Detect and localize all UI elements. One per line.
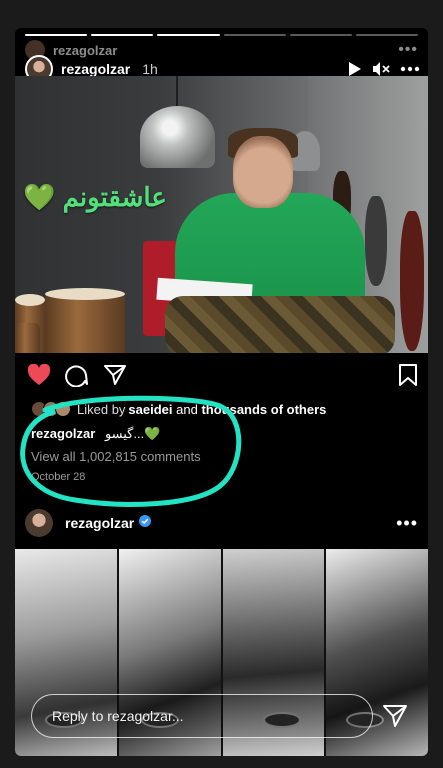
send-icon[interactable] — [382, 704, 408, 733]
story-progress-segment — [25, 34, 88, 36]
reply-placeholder: Reply to rezagolzar... — [52, 708, 184, 724]
story-progress-segment — [289, 34, 352, 36]
caption-username[interactable]: rezagolzar — [31, 426, 95, 441]
liked-by-mid: and — [172, 401, 202, 417]
second-post-header: rezagolzar ••• — [25, 507, 418, 539]
photo-overlay-text: عاشقتونم 💚 — [23, 182, 167, 212]
liked-by-prefix: Liked by — [77, 401, 126, 417]
more-options-icon[interactable] — [400, 66, 420, 72]
story-progress-segment — [223, 34, 286, 36]
liked-by-others[interactable]: thousands of others — [201, 402, 326, 417]
verified-badge-icon — [139, 514, 152, 532]
story-progress-segment — [355, 34, 419, 36]
liked-by-user[interactable]: saeidei — [128, 402, 172, 417]
pendant-lamp — [140, 106, 215, 168]
liker-avatars — [31, 401, 71, 417]
story-time: 1h — [142, 61, 158, 77]
play-icon[interactable] — [348, 61, 362, 77]
share-icon[interactable] — [103, 363, 127, 392]
bookmark-icon[interactable] — [398, 363, 418, 392]
post-action-bar — [27, 363, 418, 392]
story-viewer[interactable]: rezagolzar ••• rezagolzar 1h عاشقتونم 💚 … — [15, 28, 428, 756]
story-username[interactable]: rezagolzar — [61, 61, 130, 77]
story-progress-bar — [25, 34, 419, 36]
story-progress-segment — [91, 34, 154, 36]
caption-text: گیسو...💚 — [104, 426, 161, 441]
post-photo: عاشقتونم 💚 — [15, 76, 428, 353]
view-all-comments-link[interactable]: View all 1,002,815 comments — [31, 449, 201, 464]
reply-input[interactable]: Reply to rezagolzar... — [31, 694, 373, 738]
like-heart-icon[interactable] — [27, 363, 51, 391]
second-post-avatar[interactable] — [25, 509, 53, 537]
second-post-more-icon[interactable]: ••• — [396, 513, 418, 534]
mute-icon[interactable] — [372, 61, 390, 77]
comment-icon[interactable] — [65, 363, 89, 392]
post-date: October 28 — [31, 471, 86, 483]
post-caption: rezagolzar گیسو...💚 — [31, 426, 160, 442]
liked-by-row[interactable]: Liked by saeidei and thousands of others — [31, 401, 326, 417]
story-progress-segment — [157, 34, 220, 36]
person-head — [233, 136, 293, 208]
second-post-username[interactable]: rezagolzar — [65, 515, 134, 531]
